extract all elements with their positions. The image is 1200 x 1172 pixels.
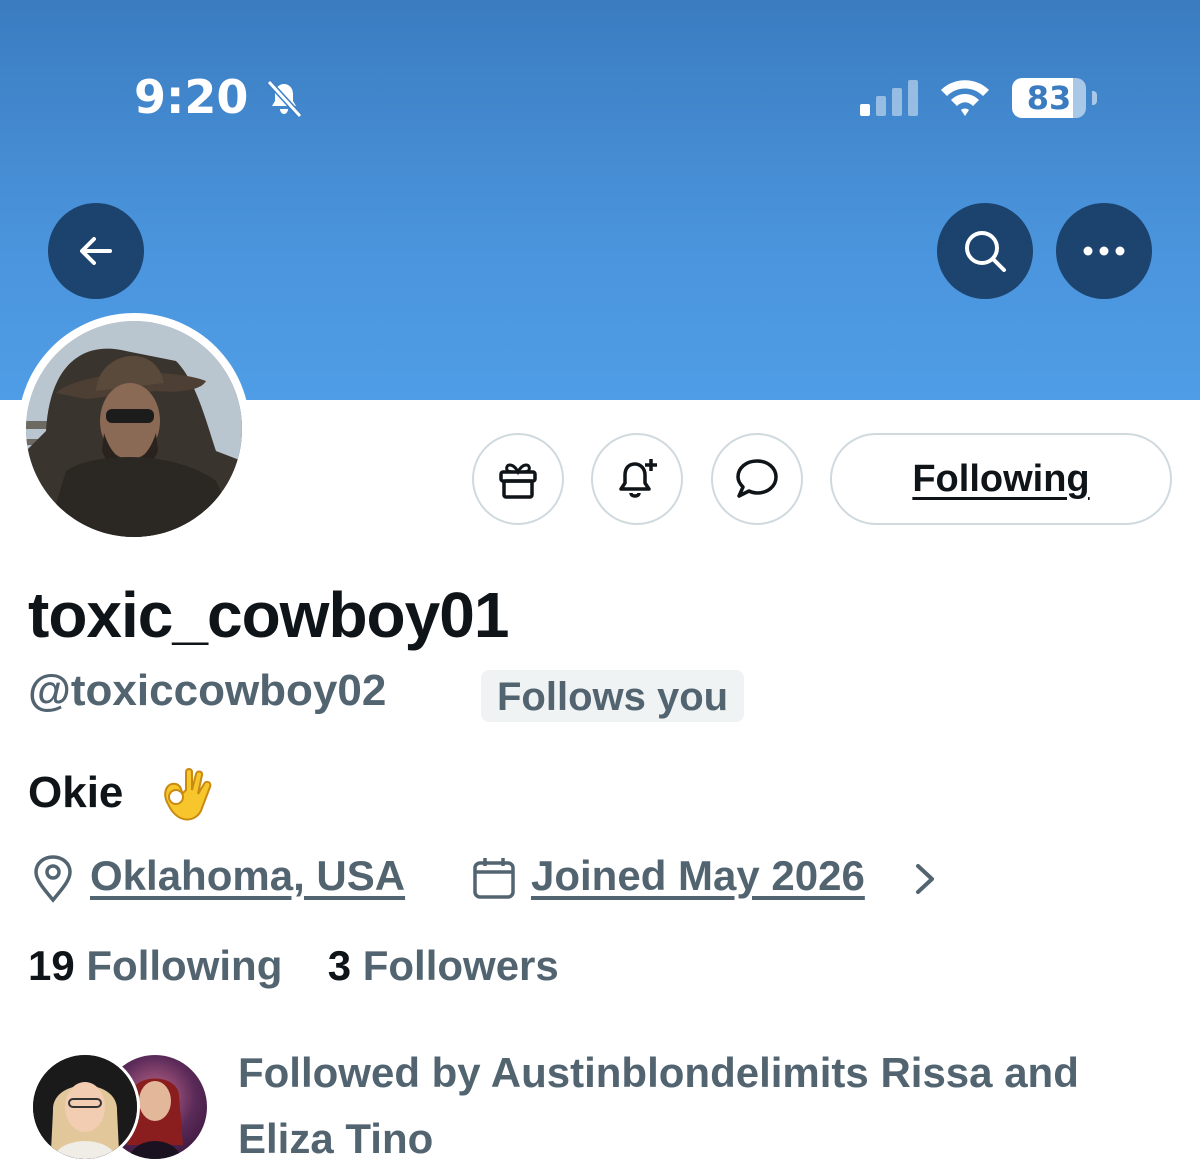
message-bubble-icon <box>736 459 778 498</box>
following-count: 19 <box>28 942 75 989</box>
bio: Okie <box>28 768 124 817</box>
profile-avatar[interactable] <box>26 321 242 537</box>
arrow-left-icon <box>80 237 112 265</box>
display-name: toxic_cowboy01 <box>28 579 509 651</box>
bell-muted-icon <box>266 79 303 119</box>
message-button[interactable] <box>711 433 803 525</box>
status-time: 9:20 <box>134 70 249 124</box>
back-button[interactable] <box>48 203 144 299</box>
following-button[interactable]: Following <box>830 433 1172 525</box>
chevron-right-icon[interactable] <box>908 858 942 900</box>
battery-percent: 83 <box>1026 79 1072 117</box>
location-link[interactable]: Oklahoma, USA <box>90 852 405 900</box>
followers-count: 3 <box>327 942 352 989</box>
battery-indicator: 83 <box>1012 78 1097 118</box>
gift-icon <box>499 463 537 499</box>
following-count-link[interactable]: 19 Following <box>28 942 282 989</box>
ok-hand-emoji <box>164 768 212 821</box>
gift-button[interactable] <box>472 433 564 525</box>
bell-plus-icon <box>619 459 657 498</box>
search-button[interactable] <box>937 203 1033 299</box>
joined-date-link[interactable]: Joined May 2026 <box>531 852 865 900</box>
search-icon <box>965 231 1006 272</box>
more-dots-icon <box>1083 246 1125 256</box>
followed-by-text[interactable]: Followed by Austinblondelimits Rissa and… <box>238 1040 1168 1172</box>
followers-label: Followers <box>362 942 559 989</box>
location-pin-icon <box>34 855 72 903</box>
calendar-icon <box>473 858 515 899</box>
follows-you-badge: Follows you <box>481 670 745 722</box>
avatar-photo <box>26 321 242 537</box>
follow-counts: 19 Following 3 Followers <box>28 942 559 990</box>
follower-avatar-1[interactable] <box>30 1052 140 1162</box>
notifications-button[interactable] <box>591 433 683 525</box>
followers-count-link[interactable]: 3 Followers <box>328 942 559 989</box>
handle: @toxiccowboy02 <box>28 666 387 715</box>
cellular-signal-icon <box>860 80 918 116</box>
more-options-button[interactable] <box>1056 203 1152 299</box>
wifi-icon <box>941 80 989 116</box>
following-label: Following <box>86 942 283 989</box>
